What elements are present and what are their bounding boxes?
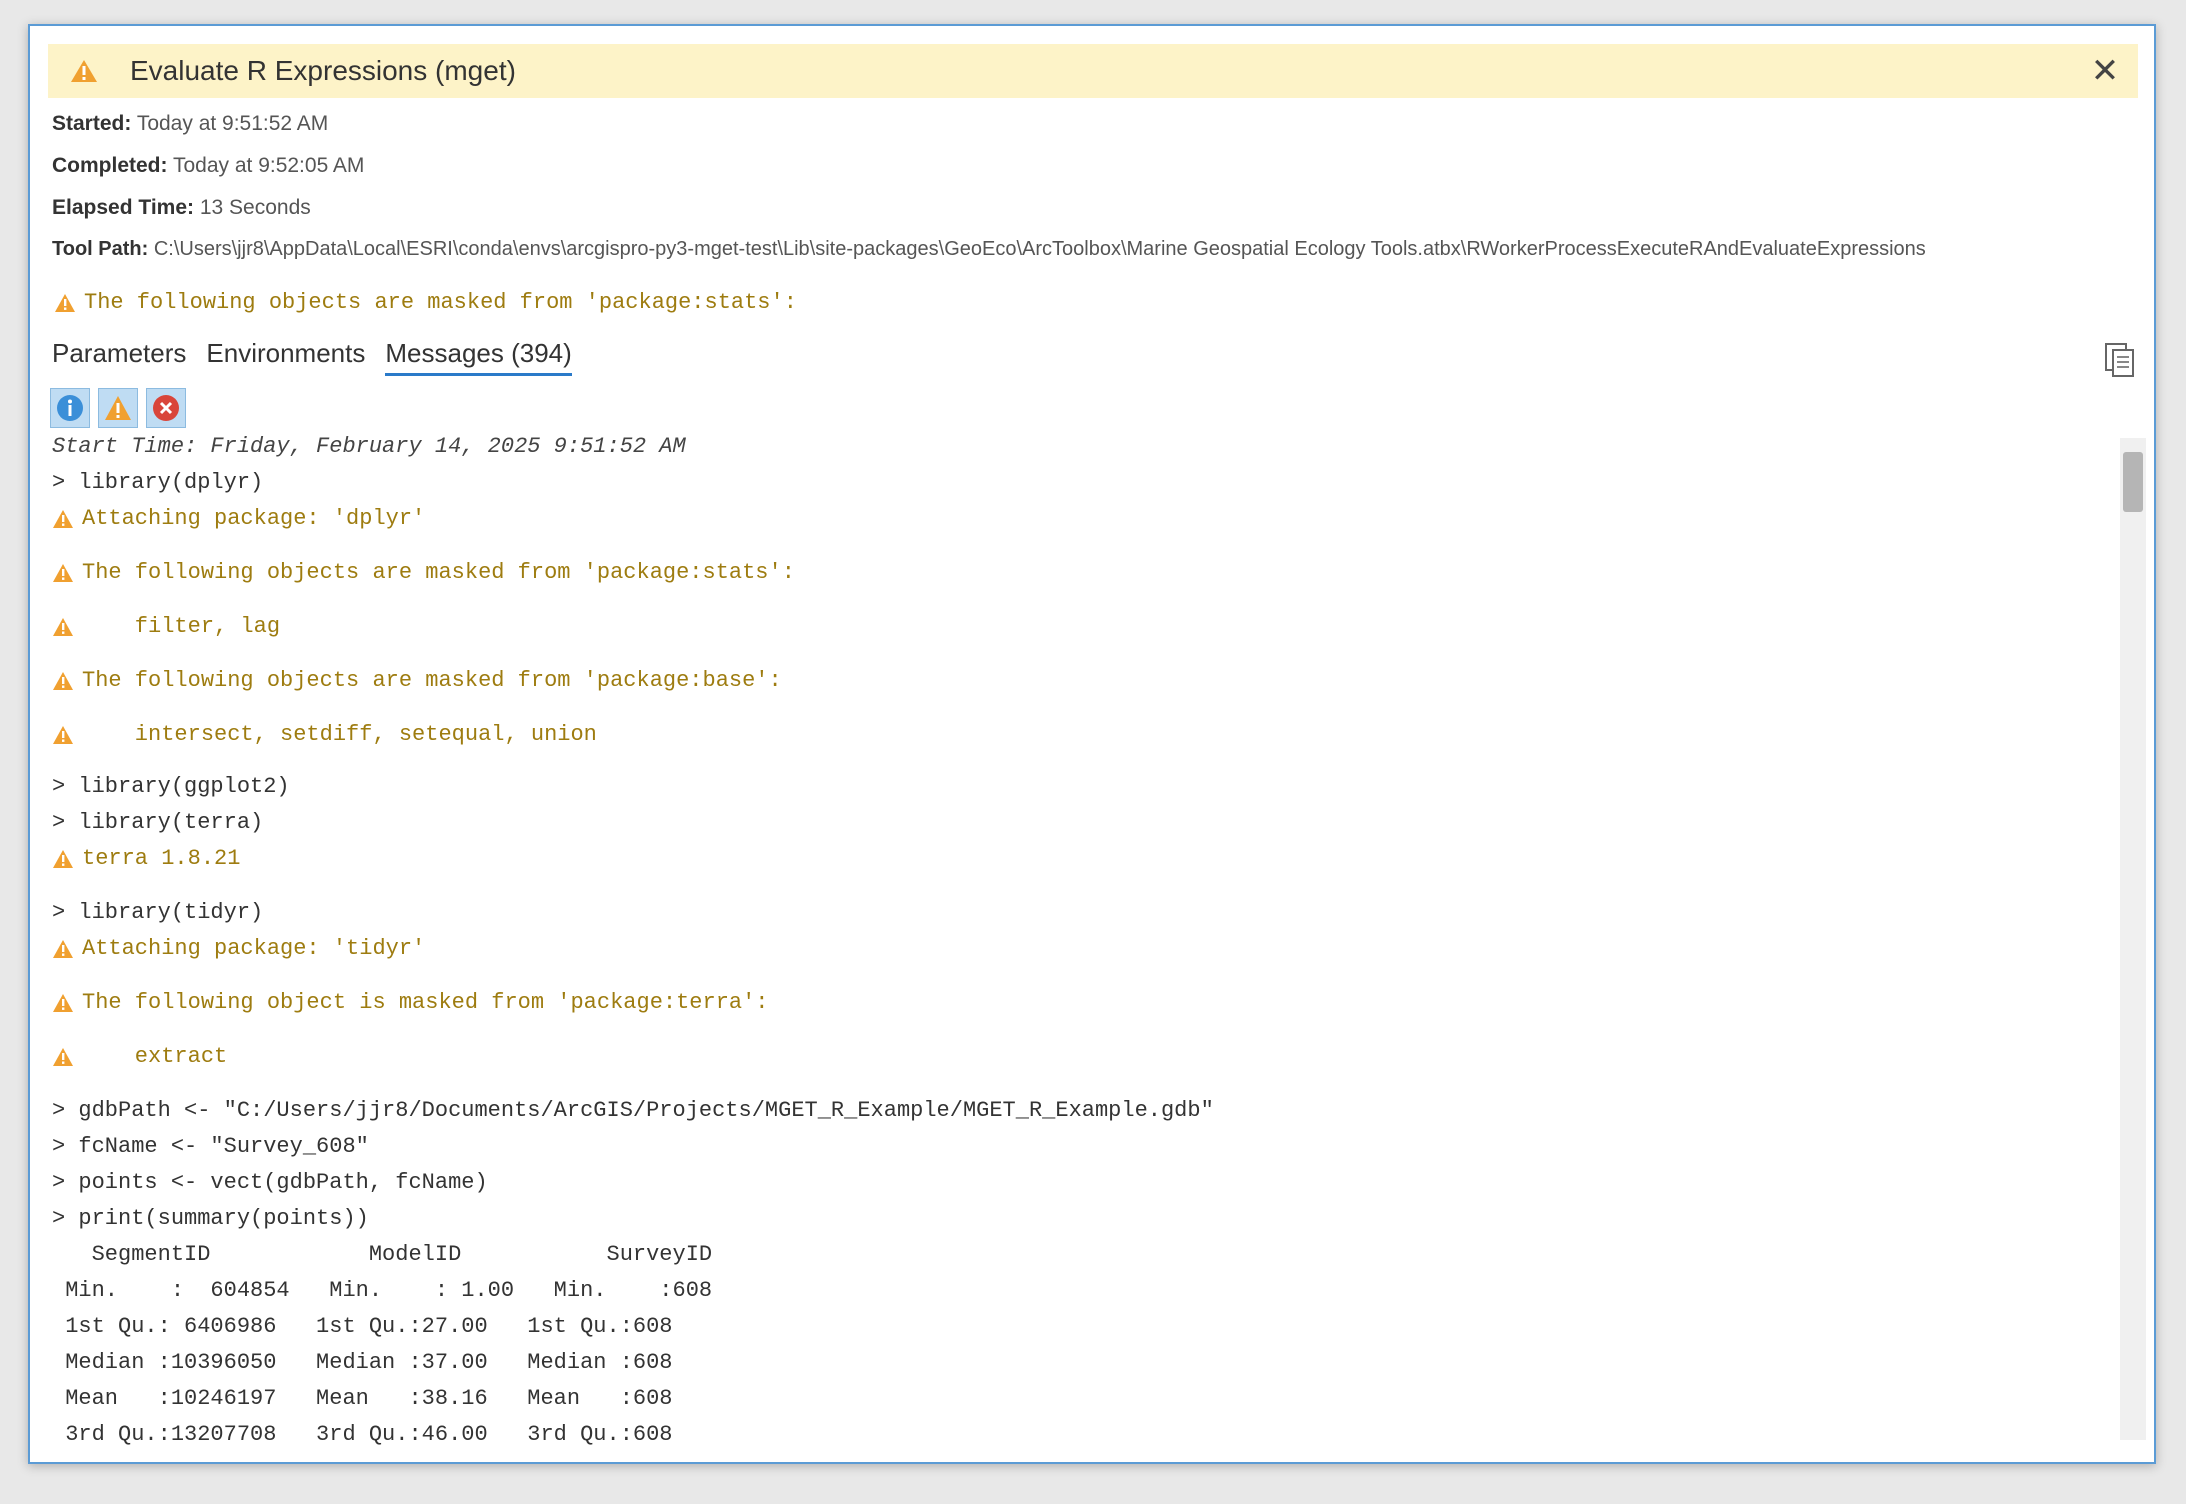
error-icon	[153, 395, 179, 421]
message-line: > points <- vect(gdbPath, fcName)	[52, 1170, 488, 1195]
toolpath-value: C:\Users\jjr8\AppData\Local\ESRI\conda\e…	[153, 238, 1926, 260]
title-bar: Evaluate R Expressions (mget) ✕	[48, 44, 2138, 98]
warning-icon	[52, 616, 76, 638]
warning-message: filter, lag	[52, 614, 280, 639]
started-label: Started:	[52, 112, 132, 135]
error-filter-button[interactable]	[146, 388, 186, 428]
message-filter-bar	[50, 388, 186, 428]
toolpath-row: Tool Path: C:\Users\jjr8\AppData\Local\E…	[52, 238, 1926, 261]
warning-icon	[52, 562, 76, 584]
started-value: Today at 9:51:52 AM	[136, 112, 329, 135]
message-line: Min. : 604854 Min. : 1.00 Min. :608	[52, 1278, 712, 1303]
warning-message: terra 1.8.21	[52, 846, 240, 871]
warning-icon	[52, 848, 76, 870]
message-text: > library(terra)	[52, 810, 264, 835]
warning-message: intersect, setdiff, setequal, union	[52, 722, 597, 747]
message-text: The following objects are masked from 'p…	[82, 560, 795, 585]
message-text: The following objects are masked from 'p…	[82, 668, 782, 693]
message-text: Attaching package: 'tidyr'	[82, 936, 426, 961]
warning-icon	[52, 508, 76, 530]
message-line: 1st Qu.: 6406986 1st Qu.:27.00 1st Qu.:6…	[52, 1314, 673, 1339]
message-line: > library(ggplot2)	[52, 774, 290, 799]
message-text: > fcName <- "Survey_608"	[52, 1134, 369, 1159]
message-text: The following object is masked from 'pac…	[82, 990, 769, 1015]
tab-messages[interactable]: Messages (394)	[385, 338, 572, 376]
toolpath-label: Tool Path:	[52, 238, 149, 260]
close-button[interactable]: ✕	[2086, 52, 2124, 90]
warning-message: extract	[52, 1044, 227, 1069]
message-text: > library(dplyr)	[52, 470, 264, 495]
message-line: 3rd Qu.:13207708 3rd Qu.:46.00 3rd Qu.:6…	[52, 1422, 673, 1447]
message-text: terra 1.8.21	[82, 846, 241, 871]
warning-message: Attaching package: 'tidyr'	[52, 936, 425, 961]
warning-icon	[52, 724, 76, 746]
message-text: extract	[82, 1044, 228, 1069]
tab-bar: Parameters Environments Messages (394)	[52, 338, 592, 376]
message-text: filter, lag	[82, 614, 281, 639]
message-text: 3rd Qu.:13207708 3rd Qu.:46.00 3rd Qu.:6…	[52, 1422, 673, 1447]
warning-message: The following objects are masked from 'p…	[52, 560, 795, 585]
warning-icon	[54, 292, 78, 314]
geoprocessing-details-dialog: Evaluate R Expressions (mget) ✕ Started:…	[28, 24, 2156, 1464]
message-text: > points <- vect(gdbPath, fcName)	[52, 1170, 488, 1195]
warning-icon	[105, 396, 131, 420]
top-warning: The following objects are masked from 'p…	[54, 290, 797, 315]
message-line: > gdbPath <- "C:/Users/jjr8/Documents/Ar…	[52, 1098, 1214, 1123]
message-text: > library(tidyr)	[52, 900, 264, 925]
warning-message: The following object is masked from 'pac…	[52, 990, 769, 1015]
started-row: Started: Today at 9:51:52 AM	[52, 112, 328, 136]
elapsed-row: Elapsed Time: 13 Seconds	[52, 196, 311, 220]
message-text: > library(ggplot2)	[52, 774, 290, 799]
warning-icon	[52, 992, 76, 1014]
message-line: > print(summary(points))	[52, 1206, 369, 1231]
message-text: Median :10396050 Median :37.00 Median :6…	[52, 1350, 673, 1375]
message-line: SegmentID ModelID SurveyID	[52, 1242, 713, 1267]
message-text: intersect, setdiff, setequal, union	[82, 722, 597, 747]
completed-value: Today at 9:52:05 AM	[172, 154, 365, 177]
dialog-title: Evaluate R Expressions (mget)	[130, 55, 516, 86]
message-line: > fcName <- "Survey_608"	[52, 1134, 369, 1159]
scrollbar-thumb[interactable]	[2123, 452, 2143, 512]
messages-console[interactable]: Start Time: Friday, February 14, 2025 9:…	[50, 434, 2108, 1462]
warning-message: Attaching package: 'dplyr'	[52, 506, 425, 531]
elapsed-label: Elapsed Time:	[52, 196, 194, 219]
message-line: > library(terra)	[52, 810, 263, 835]
message-text: > gdbPath <- "C:/Users/jjr8/Documents/Ar…	[52, 1098, 1214, 1123]
warning-message: The following objects are masked from 'p…	[52, 668, 782, 693]
message-line: Median :10396050 Median :37.00 Median :6…	[52, 1350, 673, 1375]
info-filter-button[interactable]	[50, 388, 90, 428]
message-text: Attaching package: 'dplyr'	[82, 506, 426, 531]
message-line: > library(dplyr)	[52, 470, 263, 495]
message-text: Min. : 604854 Min. : 1.00 Min. :608	[52, 1278, 713, 1303]
tab-parameters[interactable]: Parameters	[52, 338, 186, 376]
info-icon	[57, 395, 83, 421]
warning-icon	[52, 670, 76, 692]
warning-icon	[70, 56, 100, 86]
message-text: Start Time: Friday, February 14, 2025 9:…	[52, 434, 686, 459]
message-text: Mean :10246197 Mean :38.16 Mean :608	[52, 1386, 673, 1411]
top-warning-text: The following objects are masked from 'p…	[84, 290, 797, 315]
elapsed-value: 13 Seconds	[199, 196, 311, 219]
warning-filter-button[interactable]	[98, 388, 138, 428]
message-text: SegmentID ModelID SurveyID	[52, 1242, 713, 1267]
message-line: Mean :10246197 Mean :38.16 Mean :608	[52, 1386, 673, 1411]
messages-scrollbar[interactable]	[2120, 438, 2146, 1440]
message-line: Start Time: Friday, February 14, 2025 9:…	[52, 434, 686, 459]
copy-icon[interactable]	[2102, 342, 2136, 378]
completed-row: Completed: Today at 9:52:05 AM	[52, 154, 364, 178]
warning-icon	[52, 1046, 76, 1068]
message-text: > print(summary(points))	[52, 1206, 369, 1231]
tab-environments[interactable]: Environments	[206, 338, 365, 376]
message-text: 1st Qu.: 6406986 1st Qu.:27.00 1st Qu.:6…	[52, 1314, 673, 1339]
warning-icon	[52, 938, 76, 960]
completed-label: Completed:	[52, 154, 168, 177]
message-line: > library(tidyr)	[52, 900, 263, 925]
